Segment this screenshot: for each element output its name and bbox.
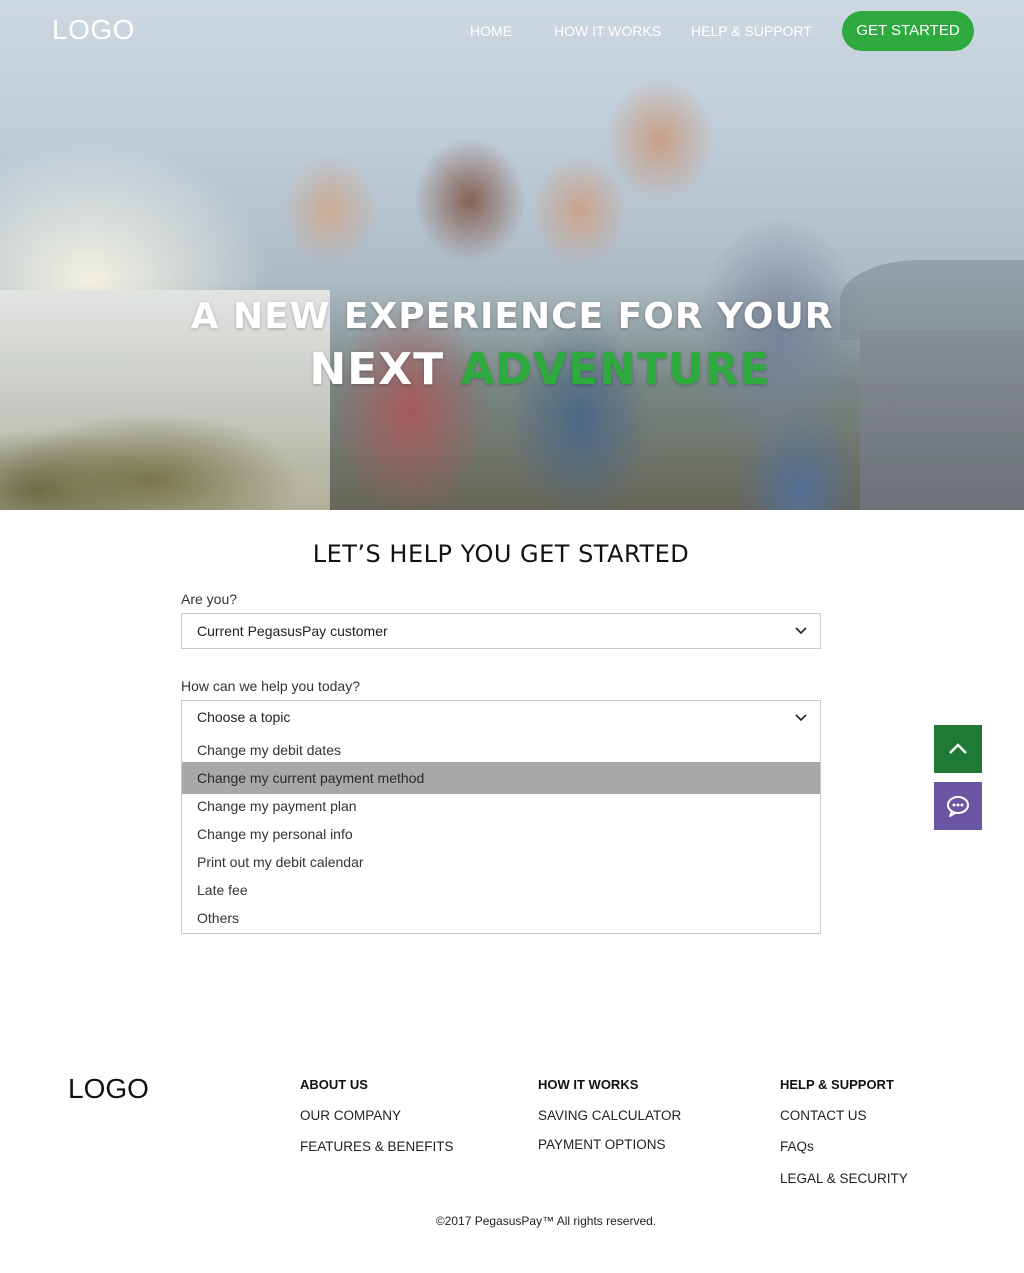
section-title: LET’S HELP YOU GET STARTED bbox=[312, 540, 690, 568]
hero-banner: LOGO HOME HOW IT WORKS HELP & SUPPORT GE… bbox=[0, 0, 1024, 510]
help-topic-dropdown-list: Change my debit dates Change my current … bbox=[181, 734, 821, 934]
nav-home-link[interactable]: HOME bbox=[470, 23, 512, 39]
top-nav: LOGO HOME HOW IT WORKS HELP & SUPPORT GE… bbox=[0, 0, 1024, 62]
footer-link-our-company[interactable]: OUR COMPANY bbox=[300, 1108, 454, 1139]
footer-column-how: HOW IT WORKS SAVING CALCULATOR PAYMENT O… bbox=[538, 1077, 681, 1152]
dropdown-option[interactable]: Change my debit dates bbox=[182, 736, 820, 764]
scroll-to-top-button[interactable] bbox=[934, 725, 982, 773]
hero-subheadline-plain: NEXT bbox=[309, 344, 445, 395]
copyright-text: ©2017 PegasusPay™ All rights reserved. bbox=[435, 1214, 657, 1228]
footer-heading-about: ABOUT US bbox=[300, 1077, 368, 1092]
footer-link-payment-options[interactable]: PAYMENT OPTIONS bbox=[538, 1137, 681, 1152]
chevron-down-icon bbox=[795, 714, 807, 722]
customer-type-label: Are you? bbox=[181, 591, 238, 607]
dropdown-option[interactable]: Late fee bbox=[182, 876, 820, 904]
hero-subheadline: NEXT ADVENTURE bbox=[0, 344, 1024, 395]
footer-link-faqs[interactable]: FAQs bbox=[780, 1139, 908, 1171]
customer-type-select[interactable]: Current PegasusPay customer bbox=[181, 613, 821, 649]
footer-column-about: ABOUT US OUR COMPANY FEATURES & BENEFITS bbox=[300, 1077, 454, 1154]
help-topic-select[interactable]: Choose a topic bbox=[181, 700, 821, 735]
header-logo[interactable]: LOGO bbox=[52, 14, 135, 46]
chat-bubble-icon bbox=[947, 796, 969, 817]
footer-heading-help-support: HELP & SUPPORT bbox=[780, 1077, 894, 1092]
footer-column-help: HELP & SUPPORT CONTACT US FAQs LEGAL & S… bbox=[780, 1077, 908, 1186]
footer-link-contact-us[interactable]: CONTACT US bbox=[780, 1108, 908, 1139]
nav-help-support-link[interactable]: HELP & SUPPORT bbox=[691, 23, 812, 39]
footer-logo[interactable]: LOGO bbox=[68, 1073, 149, 1105]
dropdown-option-highlighted[interactable]: Change my current payment method bbox=[182, 762, 820, 794]
chevron-down-icon bbox=[795, 627, 807, 635]
hero-headline: A NEW EXPERIENCE FOR YOUR bbox=[190, 296, 834, 337]
dropdown-option[interactable]: Others bbox=[182, 904, 820, 932]
nav-how-it-works-link[interactable]: HOW IT WORKS bbox=[554, 23, 661, 39]
footer-heading-how-it-works: HOW IT WORKS bbox=[538, 1077, 639, 1092]
dropdown-option[interactable]: Change my personal info bbox=[182, 820, 820, 848]
customer-type-value: Current PegasusPay customer bbox=[197, 623, 388, 639]
chevron-up-icon bbox=[949, 743, 967, 754]
footer-link-features-benefits[interactable]: FEATURES & BENEFITS bbox=[300, 1139, 454, 1154]
dropdown-option[interactable]: Change my payment plan bbox=[182, 792, 820, 820]
chat-button[interactable] bbox=[934, 782, 982, 830]
help-topic-value: Choose a topic bbox=[197, 709, 291, 725]
get-started-button[interactable]: GET STARTED bbox=[842, 11, 974, 51]
dropdown-option[interactable]: Print out my debit calendar bbox=[182, 848, 820, 876]
footer-link-legal-security[interactable]: LEGAL & SECURITY bbox=[780, 1171, 908, 1186]
hero-subheadline-accent: ADVENTURE bbox=[460, 344, 771, 395]
footer-link-saving-calculator[interactable]: SAVING CALCULATOR bbox=[538, 1108, 681, 1137]
help-topic-label: How can we help you today? bbox=[181, 678, 360, 694]
